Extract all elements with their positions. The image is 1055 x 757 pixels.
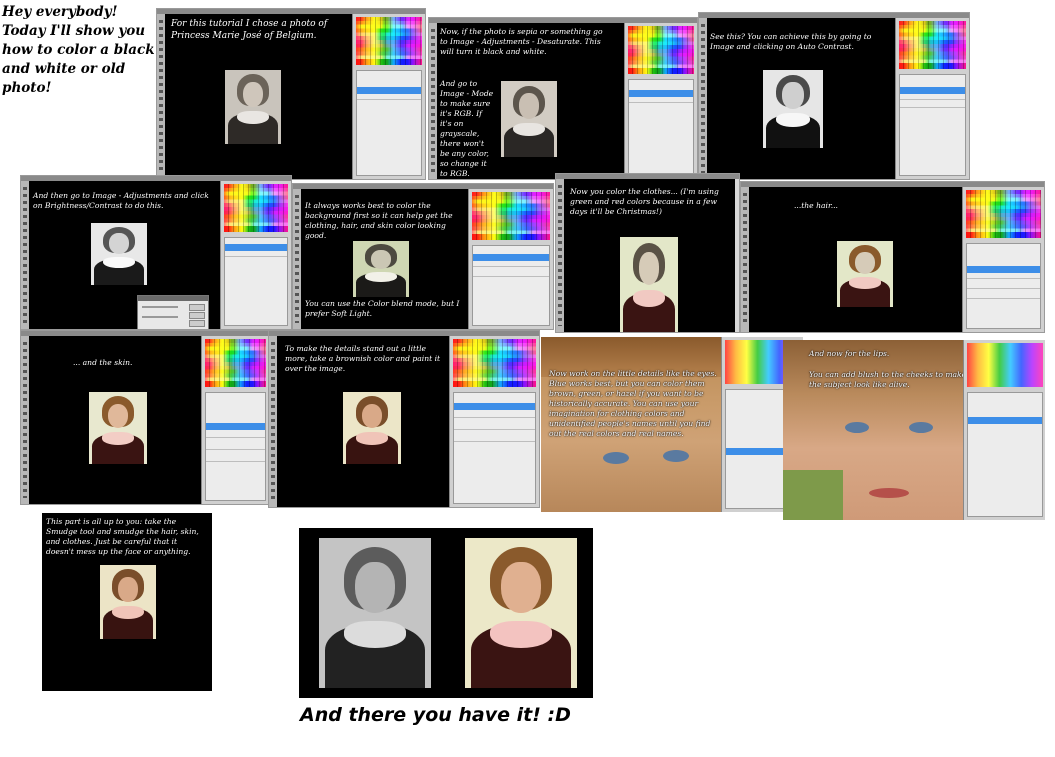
step-caption: For this tutorial I chose a photo of Pri… xyxy=(171,19,328,41)
portrait-photo xyxy=(501,81,557,157)
portrait-photo xyxy=(353,241,409,297)
layers-panel xyxy=(449,336,539,507)
eye-left xyxy=(603,452,629,464)
lips-closeup-screenshot: And now for the lips. You can add blush … xyxy=(783,340,1045,520)
step-caption: This part is all up to you: take the Smu… xyxy=(46,517,199,556)
brightness-contrast-dialog xyxy=(137,295,209,329)
portrait-photo xyxy=(343,392,401,464)
tutorial-screenshot-3: See this? You can achieve this by going … xyxy=(698,12,970,180)
tutorial-screenshot-9: To make the details stand out a little m… xyxy=(268,330,540,508)
layers-panel xyxy=(352,14,425,179)
tutorial-screenshot-2: Now, if the photo is sepia or something … xyxy=(428,17,698,180)
smudge-step-screenshot: This part is all up to you: take the Smu… xyxy=(42,513,212,691)
tutorial-screenshot-7: ...the hair... xyxy=(740,181,1045,333)
eye-right xyxy=(663,450,689,462)
tutorial-screenshot-1: For this tutorial I chose a photo of Pri… xyxy=(156,8,426,180)
tutorial-screenshot-8: ... and the skin. xyxy=(20,330,270,505)
eyes-closeup-screenshot: Now work on the little details like the … xyxy=(541,337,803,512)
step-caption: Now work on the little details like the … xyxy=(549,369,717,438)
layers-panel xyxy=(624,23,697,179)
tutorial-screenshot-6: Now you color the clothes... (I'm using … xyxy=(555,173,740,333)
tools-panel xyxy=(157,14,165,179)
step-caption: ...the hair... xyxy=(794,201,838,210)
before-after-comparison xyxy=(299,528,593,698)
step-caption-secondary: You can use the Color blend mode, but I … xyxy=(305,299,460,318)
step-caption: Now, if the photo is sepia or something … xyxy=(440,27,603,56)
portrait-photo xyxy=(225,70,281,144)
eye-left xyxy=(845,422,869,433)
step-caption: And then go to Image - Adjustments and c… xyxy=(33,191,209,210)
portrait-photo xyxy=(837,241,893,307)
layers-panel xyxy=(962,187,1044,332)
layers-panel xyxy=(895,18,969,179)
step-caption: To make the details stand out a little m… xyxy=(285,344,441,373)
tutorial-screenshot-5: It always works best to color the backgr… xyxy=(292,183,554,330)
portrait-photo xyxy=(100,565,156,639)
step-caption: See this? You can achieve this by going … xyxy=(710,32,872,51)
eye-right xyxy=(909,422,933,433)
portrait-photo xyxy=(620,237,678,332)
step-caption: It always works best to color the backgr… xyxy=(305,201,453,240)
step-caption: And now for the lips. xyxy=(809,349,890,358)
tutorial-screenshot-4: And then go to Image - Adjustments and c… xyxy=(20,175,292,330)
intro-text: Hey everybody! Today I'll show you how t… xyxy=(2,4,155,96)
final-caption: And there you have it! :D xyxy=(300,704,571,726)
swatches-palette xyxy=(356,17,422,65)
step-caption-secondary: You can add blush to the cheeks to make … xyxy=(809,370,967,389)
portrait-photo xyxy=(763,70,823,148)
layers-panel xyxy=(468,189,553,329)
before-photo xyxy=(319,538,431,688)
lips xyxy=(869,488,909,498)
after-photo xyxy=(465,538,577,688)
step-caption-secondary: And go to Image - Mode to make sure it's… xyxy=(440,79,494,178)
photo-canvas: For this tutorial I chose a photo of Pri… xyxy=(165,14,352,179)
portrait-photo xyxy=(89,392,147,464)
portrait-photo xyxy=(91,223,147,285)
layers-panel xyxy=(220,181,291,329)
layers-panel xyxy=(201,336,269,504)
step-caption: Now you color the clothes... (I'm using … xyxy=(570,187,719,216)
step-caption: ... and the skin. xyxy=(73,358,133,367)
